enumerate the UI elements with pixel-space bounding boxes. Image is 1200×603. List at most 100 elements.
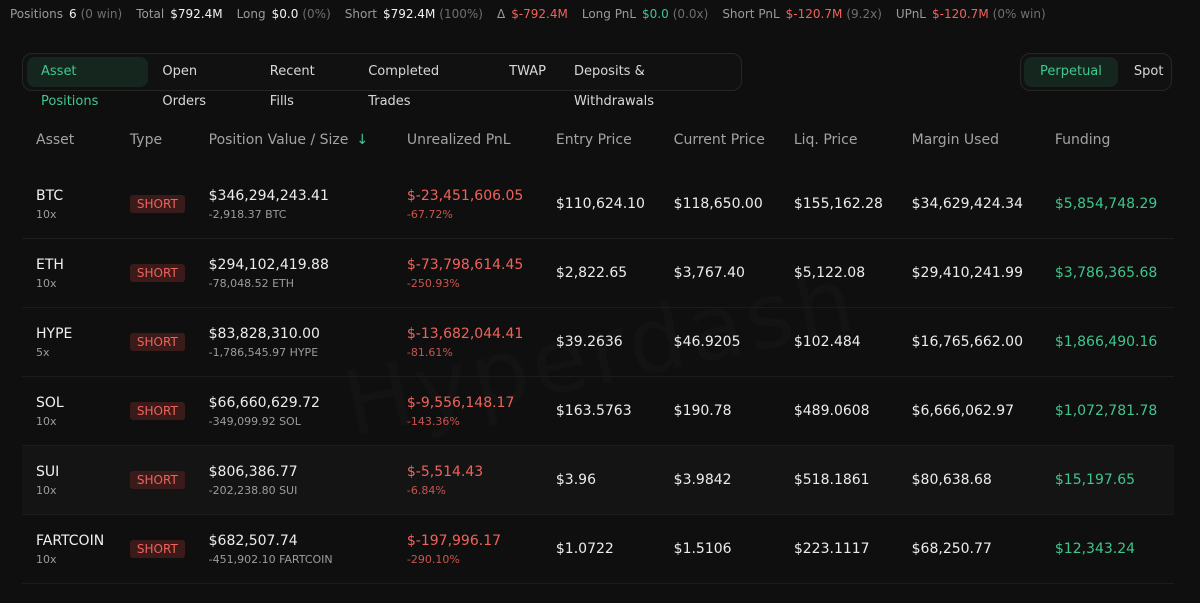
- position-size: -349,099.92 SOL: [208, 414, 301, 428]
- cell-asset[interactable]: SUI 10x: [22, 445, 116, 515]
- position-value: $83,828,310.00: [208, 325, 320, 342]
- table-row[interactable]: BTC 10x SHORT $346,294,243.41 -2,918.37 BTC $…: [22, 170, 1174, 239]
- cell-margin-used: $68,250.77: [897, 514, 1041, 584]
- tab-completed-trades[interactable]: Completed Trades: [354, 57, 495, 109]
- cell-type: SHORT: [115, 238, 195, 308]
- stat-sub: (0% win): [992, 7, 1046, 21]
- cell-type: SHORT: [115, 170, 195, 239]
- cell-current-price: $3.9842: [659, 445, 780, 515]
- stat-label: UPnL: [895, 7, 926, 21]
- position-size: -451,902.10 FARTCOIN: [208, 552, 333, 566]
- asset-leverage: 10x: [36, 552, 57, 566]
- positions-tabs: Asset Positions Open Orders Recent Fills…: [22, 53, 742, 109]
- col-entry-price[interactable]: Entry Price: [542, 110, 660, 170]
- cell-asset[interactable]: FARTCOIN 10x: [22, 514, 116, 584]
- col-unrealized-pnl[interactable]: Unrealized PnL: [393, 110, 542, 170]
- position-value: $66,660,629.72: [208, 394, 320, 411]
- col-type[interactable]: Type: [116, 110, 195, 170]
- col-margin-used[interactable]: Margin Used: [898, 110, 1041, 170]
- stat-value: $792.4M: [382, 7, 436, 21]
- position-value: $346,294,243.41: [208, 187, 329, 204]
- col-asset[interactable]: Asset: [22, 110, 116, 170]
- cell-position-value: $83,828,310.00 -1,786,545.97 HYPE: [194, 307, 393, 377]
- stat-label: Positions: [10, 7, 63, 21]
- cell-unrealized-pnl: $-73,798,614.45 -250.93%: [392, 238, 542, 308]
- cell-entry-price: $163.5763: [541, 376, 660, 446]
- tab-asset-positions[interactable]: Asset Positions: [27, 57, 149, 109]
- cell-funding: $15,197.65: [1040, 445, 1174, 515]
- stat-short-pnl: Short PnL $-120.7M (9.2x): [722, 7, 882, 21]
- cell-asset[interactable]: BTC 10x: [22, 170, 116, 239]
- cell-funding: $1,866,490.16: [1040, 307, 1174, 377]
- pnl-value: $-13,682,044.41: [406, 325, 524, 342]
- pnl-value: $-5,514.43: [406, 463, 484, 480]
- stat-sub: (0 win): [80, 7, 123, 21]
- stat-label: Short PnL: [722, 7, 780, 21]
- cell-margin-used: $80,638.68: [897, 445, 1041, 515]
- position-size: -2,918.37 BTC: [208, 207, 287, 221]
- table-row[interactable]: HYPE 5x SHORT $83,828,310.00 -1,786,545.97 H…: [22, 307, 1174, 377]
- tab-recent-fills[interactable]: Recent Fills: [256, 57, 354, 109]
- cell-entry-price: $110,624.10: [541, 170, 660, 239]
- asset-leverage: 10x: [36, 414, 57, 428]
- pnl-percent: -81.61%: [406, 345, 453, 359]
- cell-type: SHORT: [115, 376, 195, 446]
- cell-unrealized-pnl: $-5,514.43 -6.84%: [392, 445, 542, 515]
- asset-name: ETH: [36, 256, 64, 273]
- cell-position-value: $682,507.74 -451,902.10 FARTCOIN: [194, 514, 393, 584]
- toggle-perpetual[interactable]: Perpetual: [1024, 57, 1118, 87]
- toggle-spot[interactable]: Spot: [1118, 57, 1180, 87]
- cell-asset[interactable]: HYPE 5x: [22, 307, 116, 377]
- pnl-percent: -6.84%: [406, 483, 446, 497]
- side-badge: SHORT: [129, 471, 185, 489]
- position-value: $806,386.77: [208, 463, 298, 480]
- pnl-value: $-197,996.17: [406, 532, 502, 549]
- position-size: -202,238.80 SUI: [208, 483, 298, 497]
- tab-deposits-withdrawals[interactable]: Deposits & Withdrawals: [560, 57, 737, 109]
- pnl-value: $-23,451,606.05: [406, 187, 524, 204]
- pnl-percent: -67.72%: [406, 207, 453, 221]
- cell-margin-used: $34,629,424.34: [897, 170, 1041, 239]
- position-size: -1,786,545.97 HYPE: [208, 345, 319, 359]
- summary-bar: Positions 6 (0 win) Total $792.4M Long $…: [0, 0, 1200, 28]
- side-badge: SHORT: [129, 333, 185, 351]
- table-header-row: Asset Type Position Value / Size ↓ Unreal…: [22, 110, 1174, 170]
- asset-name: HYPE: [36, 325, 73, 342]
- col-current-price[interactable]: Current Price: [660, 110, 780, 170]
- table-row[interactable]: FARTCOIN 10x SHORT $682,507.74 -451,902.10 F…: [22, 514, 1174, 584]
- cell-funding: $3,786,365.68: [1040, 238, 1174, 308]
- col-position-value[interactable]: Position Value / Size ↓: [195, 110, 393, 170]
- stat-upnl: UPnL $-120.7M (0% win): [896, 7, 1046, 21]
- stat-label: Long PnL: [581, 7, 637, 21]
- stat-sub: (100%): [439, 7, 483, 21]
- cell-current-price: $1.5106: [659, 514, 780, 584]
- side-badge: SHORT: [129, 264, 185, 282]
- asset-name: SOL: [36, 394, 64, 411]
- col-liq-price[interactable]: Liq. Price: [780, 110, 898, 170]
- stat-value: $792.4M: [170, 7, 223, 21]
- stat-label: Total: [136, 7, 165, 21]
- asset-name: SUI: [36, 463, 60, 480]
- tab-twap[interactable]: TWAP: [495, 57, 560, 87]
- table-row[interactable]: SOL 10x SHORT $66,660,629.72 -349,099.92 SOL…: [22, 376, 1174, 446]
- stat-value: $0.0: [642, 7, 669, 21]
- pnl-value: $-9,556,148.17: [406, 394, 515, 411]
- side-badge: SHORT: [129, 540, 185, 558]
- cell-current-price: $3,767.40: [659, 238, 780, 308]
- stat-label: Short: [344, 7, 377, 21]
- col-funding[interactable]: Funding: [1041, 110, 1174, 170]
- cell-asset[interactable]: SOL 10x: [22, 376, 116, 446]
- cell-asset[interactable]: ETH 10x: [22, 238, 116, 308]
- cell-position-value: $66,660,629.72 -349,099.92 SOL: [194, 376, 393, 446]
- tab-open-orders[interactable]: Open Orders: [148, 57, 255, 109]
- cell-position-value: $806,386.77 -202,238.80 SUI: [194, 445, 393, 515]
- cell-unrealized-pnl: $-197,996.17 -290.10%: [392, 514, 542, 584]
- cell-unrealized-pnl: $-9,556,148.17 -143.36%: [392, 376, 542, 446]
- table-row[interactable]: ETH 10x SHORT $294,102,419.88 -78,048.52 ETH…: [22, 238, 1174, 308]
- stat-positions: Positions 6 (0 win): [10, 7, 122, 21]
- cell-current-price: $118,650.00: [659, 170, 780, 239]
- positions-table: Asset Type Position Value / Size ↓ Unreal…: [22, 110, 1174, 584]
- delta-icon: Δ: [496, 7, 506, 21]
- stat-sub: (0%): [302, 7, 331, 21]
- table-row[interactable]: SUI 10x SHORT $806,386.77 -202,238.80 SUI $-5…: [22, 445, 1174, 515]
